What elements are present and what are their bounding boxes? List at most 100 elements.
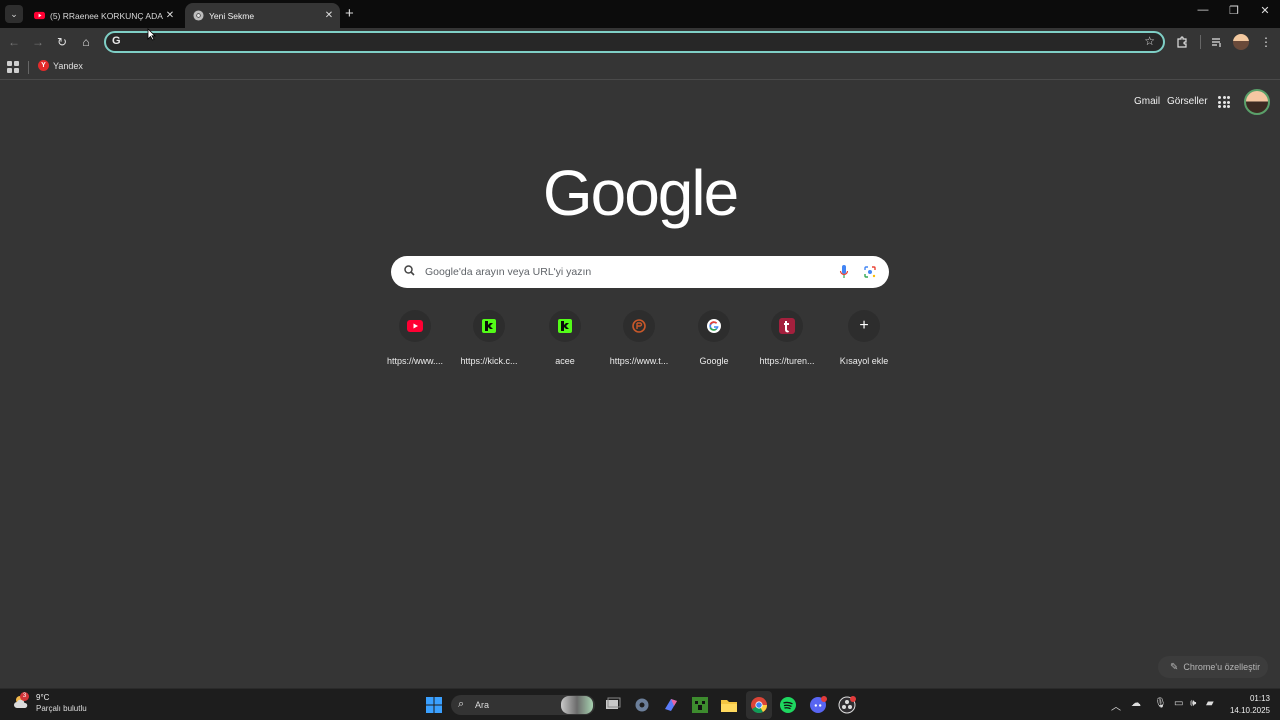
shortcut-label: https://www.... xyxy=(386,356,444,366)
partly-cloudy-icon: 3 xyxy=(12,692,32,713)
account-avatar[interactable] xyxy=(1244,89,1270,115)
task-view-icon[interactable] xyxy=(604,696,622,714)
back-icon[interactable]: ← xyxy=(6,34,22,50)
windows-start-icon[interactable] xyxy=(425,696,443,714)
address-bar[interactable]: G ☆ xyxy=(104,31,1165,53)
google-lens-icon[interactable] xyxy=(863,265,877,279)
shortcut-label: acee xyxy=(555,356,575,366)
reload-icon[interactable]: ↻ xyxy=(54,34,70,50)
search-icon: ⌕ xyxy=(458,698,465,710)
bookmark-label: Yandex xyxy=(53,60,83,71)
google-search-engine-icon: G xyxy=(112,35,121,47)
images-link[interactable]: Görseller xyxy=(1167,96,1208,107)
shortcuts-grid: https://www.... https://kick.c... acee h… xyxy=(378,308,898,378)
search-highlight-image xyxy=(561,696,593,714)
tab-new-tab[interactable]: Yeni Sekme ✕ xyxy=(185,3,340,28)
chrome-icon xyxy=(193,10,204,21)
bookmarks-bar: Y Yandex xyxy=(0,56,1280,80)
shortcut-tile[interactable]: https://www.t... xyxy=(602,308,676,366)
shortcut-tile[interactable]: https://kick.c... xyxy=(452,308,526,366)
taskbar-search[interactable]: ⌕ Ara xyxy=(451,695,595,715)
tab-youtube[interactable]: (5) RRaenee KORKUNÇ ADAMDAN ✕ xyxy=(26,3,181,28)
add-shortcut-tile[interactable]: + Kısayol ekle xyxy=(827,308,901,366)
home-icon[interactable]: ⌂ xyxy=(78,34,94,50)
bookmark-yandex[interactable]: Y Yandex xyxy=(38,60,83,71)
shortcut-icon-wrap xyxy=(549,310,581,342)
shortcut-icon-wrap xyxy=(623,310,655,342)
site-icon xyxy=(632,319,646,333)
profile-avatar[interactable] xyxy=(1233,34,1249,50)
search-box[interactable] xyxy=(391,256,889,288)
taskbar-search-label: Ara xyxy=(475,700,490,710)
yandex-icon: Y xyxy=(38,60,49,71)
gmail-link[interactable]: Gmail xyxy=(1134,96,1160,107)
customize-chrome-button[interactable]: ✎ Chrome'u özelleştir xyxy=(1158,656,1268,678)
close-tab-icon[interactable]: ✕ xyxy=(322,10,336,21)
tab-title: (5) RRaenee KORKUNÇ ADAMDAN xyxy=(50,10,163,21)
kick-icon xyxy=(482,319,496,333)
close-tab-icon[interactable]: ✕ xyxy=(163,10,177,21)
weather-description: Parçalı bulutlu xyxy=(36,704,87,713)
shortcut-label: https://turen... xyxy=(759,356,815,366)
turen-icon xyxy=(779,318,795,334)
toolbar-divider xyxy=(1200,35,1201,49)
clock-date: 14.10.2025 xyxy=(1229,706,1270,715)
menu-kebab-icon[interactable]: ⋮ xyxy=(1258,34,1274,50)
network-icon[interactable]: ▭ xyxy=(1174,698,1183,709)
copilot-icon[interactable] xyxy=(662,696,680,714)
google-apps-icon[interactable] xyxy=(1218,96,1230,108)
shortcut-tile[interactable]: Google xyxy=(677,308,751,366)
pencil-icon: ✎ xyxy=(1170,661,1179,673)
volume-icon[interactable]: 🕪︎ xyxy=(1190,698,1196,709)
microphone-icon[interactable] xyxy=(839,264,849,280)
bookmark-divider xyxy=(28,61,29,74)
apps-grid-icon[interactable] xyxy=(7,61,19,73)
obs-icon[interactable] xyxy=(838,696,856,714)
weather-widget[interactable]: 3 9°C Parçalı bulutlu xyxy=(12,692,87,714)
shortcut-label: Kısayol ekle xyxy=(839,356,889,366)
forward-icon[interactable]: → xyxy=(30,34,46,50)
tab-strip: ⌄ (5) RRaenee KORKUNÇ ADAMDAN ✕ Yeni Sek… xyxy=(0,0,1280,28)
search-input[interactable] xyxy=(425,263,825,281)
settings-gear-icon[interactable] xyxy=(633,696,651,714)
customize-label: Chrome'u özelleştir xyxy=(1183,662,1261,672)
microphone-icon[interactable]: 🎙︎ xyxy=(1154,698,1167,709)
puzzle-icon xyxy=(1177,36,1187,48)
onedrive-cloud-icon[interactable]: ☁ xyxy=(1131,698,1141,709)
close-window-button[interactable]: ✕ xyxy=(1250,4,1280,17)
search-icon xyxy=(404,265,415,279)
omnibox-input[interactable] xyxy=(130,35,1130,49)
tab-search-button[interactable]: ⌄ xyxy=(5,5,23,23)
chrome-icon[interactable] xyxy=(750,696,768,714)
youtube-icon xyxy=(34,11,45,20)
spotify-icon[interactable] xyxy=(779,696,797,714)
shortcut-label: Google xyxy=(699,356,729,366)
shortcut-icon-wrap xyxy=(771,310,803,342)
show-hidden-icons-chevron-icon[interactable]: ︿ xyxy=(1111,698,1121,713)
shortcut-tile[interactable]: https://turen... xyxy=(750,308,824,366)
shortcut-tile[interactable]: https://www.... xyxy=(378,308,452,366)
clock-time: 01:13 xyxy=(1249,694,1270,703)
shortcut-icon-wrap xyxy=(473,310,505,342)
bookmark-star-icon[interactable]: ☆ xyxy=(1144,34,1155,48)
shortcut-tile[interactable]: acee xyxy=(528,308,602,366)
media-control-icon[interactable] xyxy=(1209,34,1225,50)
new-tab-button[interactable]: + xyxy=(345,5,354,22)
browser-toolbar: ← → ↻ ⌂ G ☆ ⋮ xyxy=(0,28,1280,56)
minimize-button[interactable]: — xyxy=(1188,4,1218,16)
shortcut-label: https://www.t... xyxy=(609,356,669,366)
playlist-icon xyxy=(1212,38,1221,47)
extensions-icon[interactable] xyxy=(1174,34,1190,50)
shortcut-icon-wrap xyxy=(698,310,730,342)
plus-icon: + xyxy=(859,317,869,334)
restore-button[interactable]: ❐ xyxy=(1219,4,1249,17)
battery-icon[interactable]: ▰ xyxy=(1206,698,1214,709)
file-explorer-icon[interactable] xyxy=(720,696,738,714)
google-logo: Google xyxy=(542,157,739,229)
minecraft-icon[interactable] xyxy=(691,696,709,714)
shortcut-icon-wrap xyxy=(399,310,431,342)
discord-icon[interactable] xyxy=(809,696,827,714)
weather-temperature: 9°C xyxy=(36,693,50,702)
system-clock[interactable]: 01:13 14.10.2025 xyxy=(1226,693,1270,717)
shortcut-label: https://kick.c... xyxy=(460,356,518,366)
